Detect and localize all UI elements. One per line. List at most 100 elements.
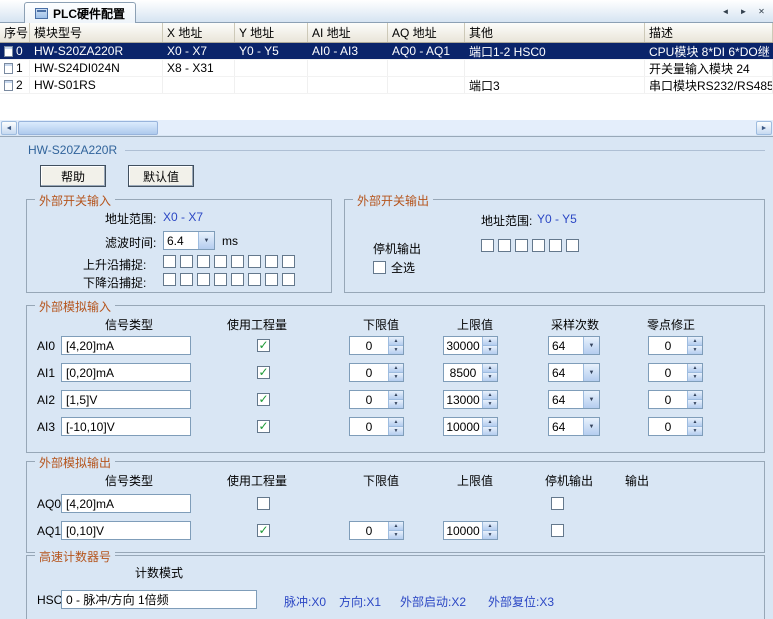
spin-down-icon[interactable] bbox=[389, 531, 403, 539]
rising-edge-checkbox[interactable] bbox=[248, 255, 261, 268]
falling-edge-checkbox[interactable] bbox=[282, 273, 295, 286]
zero-correction-spinner[interactable]: 0 bbox=[648, 390, 703, 409]
stop-output-checkbox[interactable] bbox=[532, 239, 545, 252]
spin-up-icon[interactable] bbox=[389, 337, 403, 346]
spin-up-icon[interactable] bbox=[389, 391, 403, 400]
falling-edge-checkbox[interactable] bbox=[265, 273, 278, 286]
help-button[interactable]: 帮助 bbox=[40, 165, 106, 187]
lower-limit-spinner[interactable]: 0 bbox=[349, 417, 404, 436]
stop-output-checkbox[interactable] bbox=[551, 524, 564, 537]
rising-edge-checkbox[interactable] bbox=[282, 255, 295, 268]
lower-limit-spinner[interactable]: 0 bbox=[349, 363, 404, 382]
falling-edge-checkbox[interactable] bbox=[231, 273, 244, 286]
dropdown-arrow-icon[interactable] bbox=[583, 418, 599, 435]
zero-correction-spinner[interactable]: 0 bbox=[648, 417, 703, 436]
spin-down-icon[interactable] bbox=[483, 373, 497, 381]
falling-edge-checkbox[interactable] bbox=[197, 273, 210, 286]
sample-count-select[interactable]: 64 bbox=[548, 363, 600, 382]
rising-edge-checkbox[interactable] bbox=[265, 255, 278, 268]
dropdown-arrow-icon[interactable] bbox=[583, 364, 599, 381]
spin-up-icon[interactable] bbox=[483, 418, 497, 427]
lower-limit-spinner[interactable]: 0 bbox=[349, 521, 404, 540]
spin-up-icon[interactable] bbox=[688, 364, 702, 373]
spin-down-icon[interactable] bbox=[688, 373, 702, 381]
lower-limit-spinner[interactable]: 0 bbox=[349, 336, 404, 355]
use-engineering-checkbox[interactable] bbox=[257, 339, 270, 352]
col-header-x[interactable]: X 地址 bbox=[163, 23, 235, 42]
scroll-tabs-left-icon[interactable]: ◄ bbox=[718, 4, 733, 18]
spin-down-icon[interactable] bbox=[483, 427, 497, 435]
col-header-aq[interactable]: AQ 地址 bbox=[388, 23, 465, 42]
spin-up-icon[interactable] bbox=[688, 418, 702, 427]
zero-correction-spinner[interactable]: 0 bbox=[648, 363, 703, 382]
upper-limit-spinner[interactable]: 10000 bbox=[443, 417, 498, 436]
signal-type-input[interactable]: [-10,10]V bbox=[61, 417, 191, 436]
rising-edge-checkbox[interactable] bbox=[214, 255, 227, 268]
rising-edge-checkbox[interactable] bbox=[180, 255, 193, 268]
falling-edge-checkbox[interactable] bbox=[163, 273, 176, 286]
dropdown-arrow-icon[interactable] bbox=[583, 337, 599, 354]
spin-down-icon[interactable] bbox=[389, 346, 403, 354]
spin-down-icon[interactable] bbox=[483, 531, 497, 539]
scrollbar-thumb[interactable] bbox=[18, 121, 158, 135]
scroll-right-icon[interactable] bbox=[756, 121, 772, 135]
use-engineering-checkbox[interactable] bbox=[257, 497, 270, 510]
upper-limit-spinner[interactable]: 10000 bbox=[443, 521, 498, 540]
tab-plc-config[interactable]: PLC硬件配置 bbox=[24, 2, 136, 23]
close-tab-icon[interactable]: ✕ bbox=[754, 4, 769, 18]
lower-limit-spinner[interactable]: 0 bbox=[349, 390, 404, 409]
stop-output-checkbox[interactable] bbox=[498, 239, 511, 252]
spin-up-icon[interactable] bbox=[483, 391, 497, 400]
select-all-checkbox[interactable] bbox=[373, 261, 386, 274]
stop-output-checkbox[interactable] bbox=[551, 497, 564, 510]
use-engineering-checkbox[interactable] bbox=[257, 524, 270, 537]
signal-type-input[interactable]: [0,10]V bbox=[61, 521, 191, 540]
col-header-other[interactable]: 其他 bbox=[465, 23, 645, 42]
upper-limit-spinner[interactable]: 30000 bbox=[443, 336, 498, 355]
spin-down-icon[interactable] bbox=[483, 346, 497, 354]
stop-output-checkbox[interactable] bbox=[549, 239, 562, 252]
upper-limit-spinner[interactable]: 13000 bbox=[443, 390, 498, 409]
spin-up-icon[interactable] bbox=[389, 364, 403, 373]
col-header-num[interactable]: 序号 bbox=[0, 23, 30, 42]
falling-edge-checkbox[interactable] bbox=[180, 273, 193, 286]
spin-up-icon[interactable] bbox=[483, 364, 497, 373]
col-header-desc[interactable]: 描述 bbox=[645, 23, 773, 42]
dropdown-arrow-icon[interactable] bbox=[198, 232, 214, 249]
spin-down-icon[interactable] bbox=[389, 373, 403, 381]
rising-edge-checkbox[interactable] bbox=[231, 255, 244, 268]
spin-down-icon[interactable] bbox=[389, 427, 403, 435]
spin-up-icon[interactable] bbox=[389, 522, 403, 531]
upper-limit-spinner[interactable]: 8500 bbox=[443, 363, 498, 382]
spin-down-icon[interactable] bbox=[688, 346, 702, 354]
stop-output-checkbox[interactable] bbox=[566, 239, 579, 252]
spin-down-icon[interactable] bbox=[688, 427, 702, 435]
col-header-model[interactable]: 模块型号 bbox=[30, 23, 163, 42]
falling-edge-checkbox[interactable] bbox=[248, 273, 261, 286]
spin-down-icon[interactable] bbox=[688, 400, 702, 408]
filter-time-select[interactable]: 6.4 bbox=[163, 231, 215, 250]
falling-edge-checkbox[interactable] bbox=[214, 273, 227, 286]
spin-down-icon[interactable] bbox=[483, 400, 497, 408]
spin-up-icon[interactable] bbox=[389, 418, 403, 427]
signal-type-input[interactable]: [4,20]mA bbox=[61, 336, 191, 355]
default-values-button[interactable]: 默认值 bbox=[128, 165, 194, 187]
rising-edge-checkbox[interactable] bbox=[197, 255, 210, 268]
spin-down-icon[interactable] bbox=[389, 400, 403, 408]
table-row-2[interactable]: 2 HW-S01RS 端口3 串口模块RS232/RS485 bbox=[0, 77, 773, 94]
use-engineering-checkbox[interactable] bbox=[257, 420, 270, 433]
col-header-y[interactable]: Y 地址 bbox=[235, 23, 308, 42]
signal-type-input[interactable]: [0,20]mA bbox=[61, 363, 191, 382]
spin-up-icon[interactable] bbox=[688, 337, 702, 346]
scroll-tabs-right-icon[interactable]: ► bbox=[736, 4, 751, 18]
rising-edge-checkbox[interactable] bbox=[163, 255, 176, 268]
spin-up-icon[interactable] bbox=[688, 391, 702, 400]
spin-up-icon[interactable] bbox=[483, 522, 497, 531]
zero-correction-spinner[interactable]: 0 bbox=[648, 336, 703, 355]
stop-output-checkbox[interactable] bbox=[481, 239, 494, 252]
signal-type-input[interactable]: [1,5]V bbox=[61, 390, 191, 409]
dropdown-arrow-icon[interactable] bbox=[583, 391, 599, 408]
table-row-0[interactable]: 0 HW-S20ZA220R X0 - X7 Y0 - Y5 AI0 - AI3… bbox=[0, 43, 773, 60]
signal-type-input[interactable]: [4,20]mA bbox=[61, 494, 191, 513]
sample-count-select[interactable]: 64 bbox=[548, 417, 600, 436]
